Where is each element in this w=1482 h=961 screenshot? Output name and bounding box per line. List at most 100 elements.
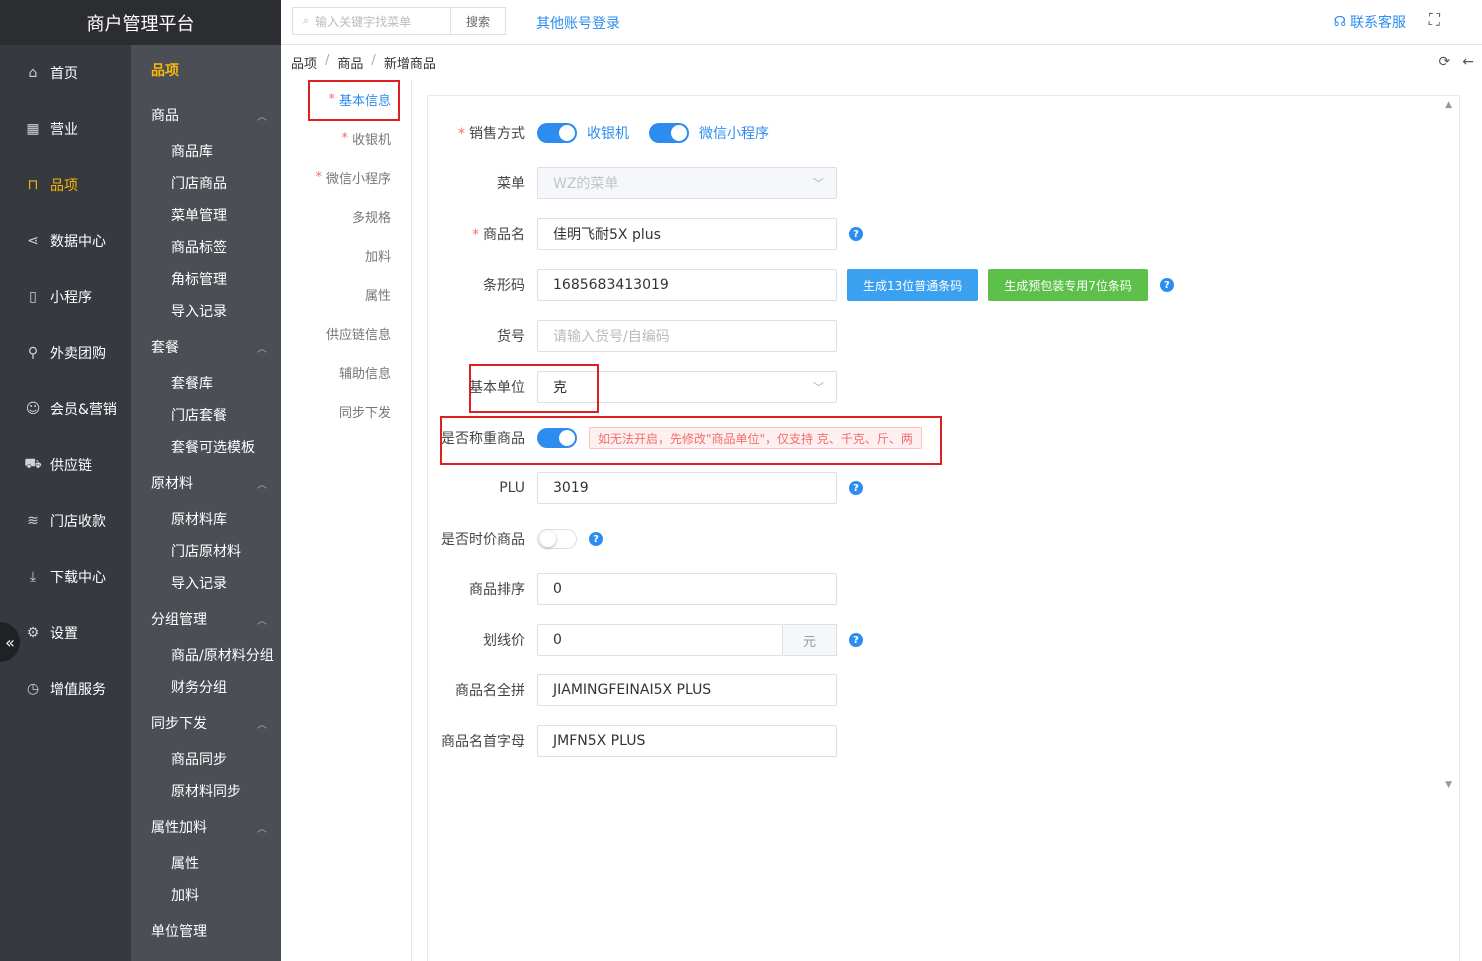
subnav-group-units[interactable]: 单位管理 xyxy=(131,911,281,951)
required-marker: * xyxy=(458,126,465,142)
initials-input[interactable]: JMFN5X PLUS xyxy=(537,725,837,757)
tab-pos[interactable]: * 收银机 xyxy=(291,119,411,158)
nav-item-value-added[interactable]: ◷ 增值服务 xyxy=(0,661,131,717)
secondary-sidebar: 品项 商品 ︿ 商品库 门店商品 菜单管理 商品标签 角标管理 导入记录 套餐 ︿ … xyxy=(131,45,281,961)
subnav-item[interactable]: 菜单管理 xyxy=(131,199,281,231)
tab-aux-info[interactable]: 辅助信息 xyxy=(291,353,411,392)
tab-wechat-mini[interactable]: * 微信小程序 xyxy=(291,158,411,197)
pos-sale-toggle[interactable] xyxy=(537,123,577,143)
back-arrow-icon[interactable]: ← xyxy=(1462,54,1474,70)
chevron-up-icon: ︿ xyxy=(257,343,267,355)
refresh-icon[interactable]: ⟳ xyxy=(1439,54,1451,70)
fullscreen-icon[interactable]: ⛶ xyxy=(1429,10,1440,30)
nav-item-delivery[interactable]: ⚲ 外卖团购 xyxy=(0,325,131,381)
chevron-down-icon: ﹀ xyxy=(813,177,824,190)
breadcrumb-item[interactable]: 商品 xyxy=(337,53,363,72)
subnav-item[interactable]: 加料 xyxy=(131,879,281,911)
product-name-input[interactable]: 佳明飞耐5X plus xyxy=(537,218,837,250)
subnav-item[interactable]: 套餐可选模板 xyxy=(131,431,281,463)
scroll-up-arrow-icon[interactable]: ▲ xyxy=(1445,100,1452,110)
form-row-name: * 商品名 佳明飞耐5X plus ? xyxy=(427,218,863,250)
tab-sync[interactable]: 同步下发 xyxy=(291,392,411,431)
chevron-up-icon: ︿ xyxy=(257,823,267,835)
highlight-box xyxy=(308,80,400,121)
subnav-group-grouping[interactable]: 分组管理 ︿ xyxy=(131,599,281,639)
tab-supply-chain[interactable]: 供应链信息 xyxy=(291,314,411,353)
chevron-up-icon: ︿ xyxy=(257,111,267,123)
top-bar: ⌕ 输入关键字找菜单 搜索 其他账号登录 ☊ 联系客服 ⛶ xyxy=(281,0,1482,45)
bike-icon: ⚲ xyxy=(27,345,39,361)
subnav-item[interactable]: 属性 xyxy=(131,847,281,879)
form-row-seasonal: 是否时价商品 ? xyxy=(427,523,603,555)
help-icon[interactable]: ? xyxy=(589,532,603,546)
strike-price-input[interactable]: 0 xyxy=(537,624,783,656)
scroll-down-arrow-icon[interactable]: ▼ xyxy=(1445,780,1452,790)
chevron-up-icon: ︿ xyxy=(257,719,267,731)
nav-item-products[interactable]: ⊓ 品项 xyxy=(0,157,131,213)
headset-icon: ☊ xyxy=(1333,14,1346,30)
seasonal-price-toggle[interactable] xyxy=(537,529,577,549)
subnav-item[interactable]: 套餐库 xyxy=(131,367,281,399)
help-icon[interactable]: ? xyxy=(849,633,863,647)
subnav-item[interactable]: 商品同步 xyxy=(131,743,281,775)
subnav-item[interactable]: 导入记录 xyxy=(131,567,281,599)
coins-icon: ≋ xyxy=(27,513,39,529)
tab-multi-spec[interactable]: 多规格 xyxy=(291,197,411,236)
nav-item-home[interactable]: ⌂ 首页 xyxy=(0,45,131,101)
subnav-item[interactable]: 门店原材料 xyxy=(131,535,281,567)
subnav-group-attributes[interactable]: 属性加料 ︿ xyxy=(131,807,281,847)
generate-7-barcode-button[interactable]: 生成预包装专用7位条码 xyxy=(988,269,1148,301)
nav-item-member[interactable]: ☺ 会员&营销 xyxy=(0,381,131,437)
subnav-item[interactable]: 商品库 xyxy=(131,135,281,167)
breadcrumb: 品项 / 商品 / 新增商品 xyxy=(291,53,436,72)
subnav-item[interactable]: 商品/原材料分组 xyxy=(131,639,281,671)
home-icon: ⌂ xyxy=(28,65,38,81)
subnav-group-combos[interactable]: 套餐 ︿ xyxy=(131,327,281,367)
help-icon[interactable]: ? xyxy=(849,227,863,241)
subnav-item[interactable]: 导入记录 xyxy=(131,295,281,327)
nav-item-settings[interactable]: ⚙ 设置 xyxy=(0,605,131,661)
other-account-login-link[interactable]: 其他账号登录 xyxy=(536,13,620,33)
calendar-icon: ▦ xyxy=(26,121,40,137)
subnav-item[interactable]: 原材料库 xyxy=(131,503,281,535)
form-row-strike-price: 划线价 0 元 ? xyxy=(427,624,863,656)
form-row-initials: 商品名首字母 JMFN5X PLUS xyxy=(427,725,837,757)
subnav-item[interactable]: 原材料同步 xyxy=(131,775,281,807)
contact-support-link[interactable]: ☊ 联系客服 xyxy=(1334,12,1406,32)
nav-item-download[interactable]: ⤓ 下载中心 xyxy=(0,549,131,605)
tab-attributes[interactable]: 属性 xyxy=(291,275,411,314)
nav-item-business[interactable]: ▦ 营业 xyxy=(0,101,131,157)
breadcrumb-item[interactable]: 品项 xyxy=(291,53,317,72)
help-icon[interactable]: ? xyxy=(849,481,863,495)
subnav-item[interactable]: 财务分组 xyxy=(131,671,281,703)
subnav-item[interactable]: 门店套餐 xyxy=(131,399,281,431)
subnav-group-products[interactable]: 商品 ︿ xyxy=(131,95,281,135)
help-icon[interactable]: ? xyxy=(1159,278,1174,292)
required-marker: * xyxy=(341,131,348,146)
pinyin-input[interactable]: JIAMINGFEINAI5X PLUS xyxy=(537,674,837,706)
sort-input[interactable]: 0 xyxy=(537,573,837,605)
tab-toppings[interactable]: 加料 xyxy=(291,236,411,275)
search-button[interactable]: 搜索 xyxy=(450,7,506,35)
generate-13-barcode-button[interactable]: 生成13位普通条码 xyxy=(847,269,979,301)
form-row-sort: 商品排序 0 xyxy=(427,573,837,605)
subnav-group-sync[interactable]: 同步下发 ︿ xyxy=(131,703,281,743)
nav-item-mini-program[interactable]: ▯ 小程序 xyxy=(0,269,131,325)
barcode-input[interactable]: 1685683413019 xyxy=(537,269,837,301)
subnav-item[interactable]: 商品标签 xyxy=(131,231,281,263)
clock-icon: ◷ xyxy=(26,681,40,697)
nav-item-data-center[interactable]: ⋖ 数据中心 xyxy=(0,213,131,269)
subnav-group-materials[interactable]: 原材料 ︿ xyxy=(131,463,281,503)
sku-input[interactable]: 请输入货号/自编码 xyxy=(537,320,837,352)
subnav-item[interactable]: 角标管理 xyxy=(131,263,281,295)
nav-item-payment[interactable]: ≋ 门店收款 xyxy=(0,493,131,549)
subnav-item[interactable]: 门店商品 xyxy=(131,167,281,199)
menu-search-input[interactable]: ⌕ 输入关键字找菜单 xyxy=(292,7,450,35)
nav-item-supply[interactable]: ⛟ 供应链 xyxy=(0,437,131,493)
required-marker: * xyxy=(472,227,479,243)
wechat-sale-toggle[interactable] xyxy=(649,123,689,143)
user-icon: ☺ xyxy=(25,401,41,417)
plu-input[interactable]: 3019 xyxy=(537,472,837,504)
form-row-barcode: 条形码 1685683413019 生成13位普通条码 生成预包装专用7位条码 … xyxy=(427,269,1174,301)
highlight-box xyxy=(440,416,942,465)
